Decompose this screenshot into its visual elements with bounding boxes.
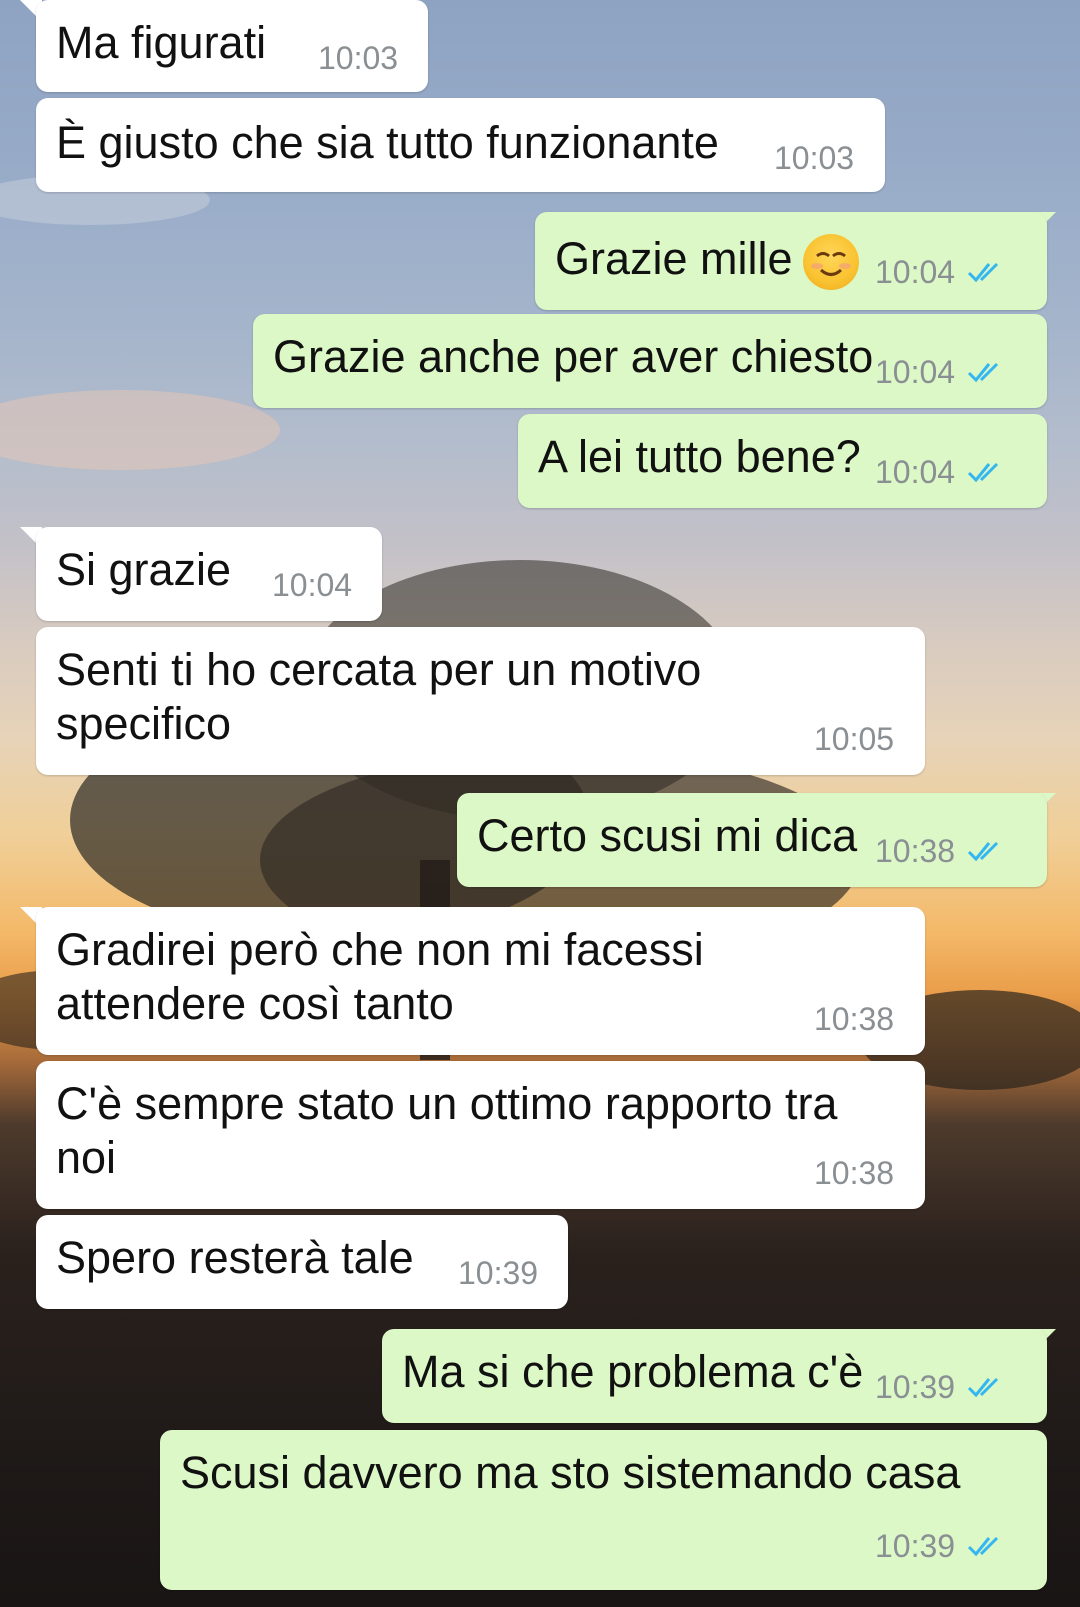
message-time: 10:04 xyxy=(272,567,353,603)
message-text: A lei tutto bene? xyxy=(538,431,861,482)
message-time: 10:39 xyxy=(458,1255,539,1291)
double-check-icon xyxy=(967,462,999,483)
message-time: 10:39 xyxy=(875,1528,956,1564)
message-text-content: Grazie mille xyxy=(555,233,793,284)
message-text: Scusi davvero ma sto sistemando casa xyxy=(180,1447,961,1498)
double-check-icon xyxy=(967,362,999,383)
message-bubble-outgoing[interactable]: Ma si che problema c'è 10:39 xyxy=(382,1329,1047,1423)
message-text: È giusto che sia tutto funzionante xyxy=(56,117,719,168)
message-bubble-incoming[interactable]: C'è sempre stato un ottimo rapporto tra … xyxy=(36,1061,925,1209)
message-bubble-outgoing[interactable]: Scusi davvero ma sto sistemando casa 10:… xyxy=(160,1430,1047,1590)
message-bubble-incoming[interactable]: Spero resterà tale 10:39 xyxy=(36,1215,568,1309)
message-text-line-2: specifico xyxy=(56,698,232,749)
message-text-line-2: noi xyxy=(56,1132,117,1183)
message-text-line-1: C'è sempre stato un ottimo rapporto tra xyxy=(56,1078,838,1129)
message-time: 10:04 xyxy=(875,454,956,490)
message-bubble-outgoing[interactable]: Grazie mille 10:04 xyxy=(535,212,1047,310)
message-bubble-incoming[interactable]: È giusto che sia tutto funzionante 10:03 xyxy=(36,98,885,192)
message-text-line-1: Senti ti ho cercata per un motivo xyxy=(56,644,702,695)
message-bubble-outgoing[interactable]: Grazie anche per aver chiesto 10:04 xyxy=(253,314,1047,408)
message-bubble-incoming[interactable]: Gradirei però che non mi facessi attende… xyxy=(36,907,925,1055)
double-check-icon xyxy=(967,1377,999,1398)
message-text: Ma figurati xyxy=(56,17,267,68)
message-time: 10:39 xyxy=(875,1369,956,1405)
message-time: 10:03 xyxy=(774,140,855,176)
double-check-icon xyxy=(967,1536,999,1557)
message-time: 10:38 xyxy=(875,833,956,869)
message-text-line-2: attendere così tanto xyxy=(56,978,454,1029)
message-time: 10:03 xyxy=(318,40,399,76)
message-time: 10:38 xyxy=(814,1155,895,1191)
smiling-face-icon xyxy=(802,234,859,291)
message-bubble-outgoing[interactable]: A lei tutto bene? 10:04 xyxy=(518,414,1047,508)
message-time: 10:38 xyxy=(814,1001,895,1037)
message-bubble-outgoing[interactable]: Certo scusi mi dica 10:38 xyxy=(457,793,1047,887)
message-text: Grazie anche per aver chiesto xyxy=(273,331,874,382)
message-bubble-incoming[interactable]: Senti ti ho cercata per un motivo specif… xyxy=(36,627,925,775)
message-time: 10:04 xyxy=(875,354,956,390)
message-bubble-incoming[interactable]: Si grazie 10:04 xyxy=(36,527,382,621)
message-text: Spero resterà tale xyxy=(56,1232,414,1283)
message-text: Certo scusi mi dica xyxy=(477,810,858,861)
message-text: Ma si che problema c'è xyxy=(402,1346,864,1397)
double-check-icon xyxy=(967,262,999,283)
message-text: Si grazie xyxy=(56,544,232,595)
message-bubble-incoming[interactable]: Ma figurati 10:03 xyxy=(36,0,428,92)
message-text-line-1: Gradirei però che non mi facessi xyxy=(56,924,704,975)
message-text: Grazie mille xyxy=(555,232,859,291)
message-time: 10:04 xyxy=(875,254,956,290)
double-check-icon xyxy=(967,841,999,862)
message-time: 10:05 xyxy=(814,721,895,757)
